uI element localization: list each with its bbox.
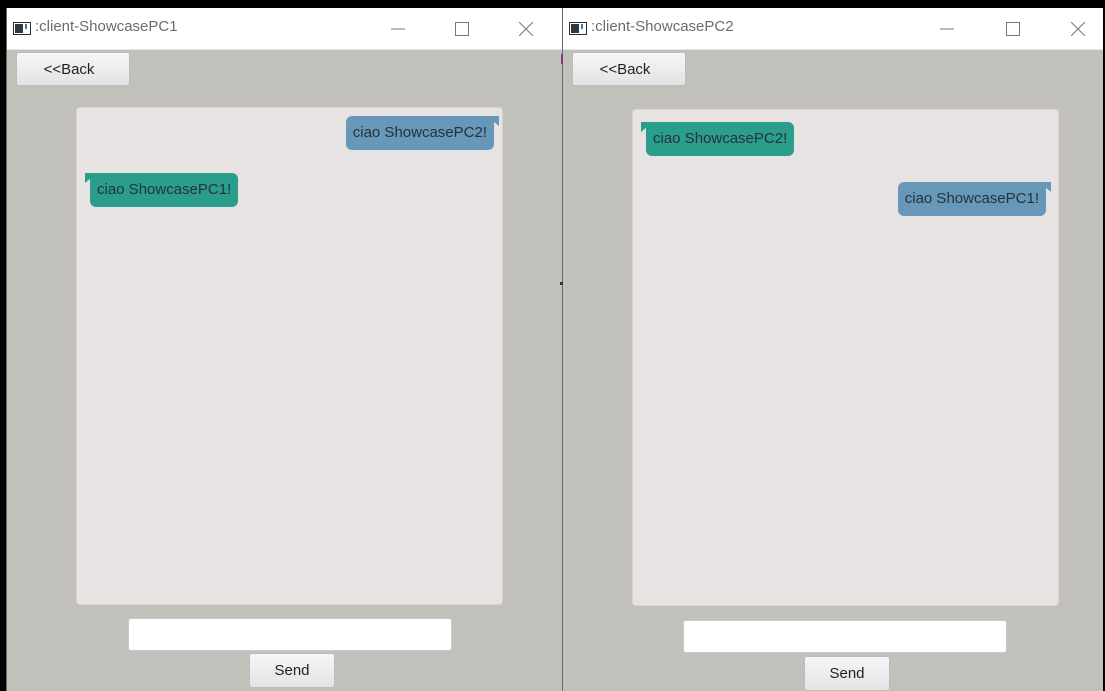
- background-artifact: [560, 282, 563, 285]
- message-sent: ciao ShowcasePC2!: [345, 116, 499, 150]
- java-window-icon: [13, 22, 31, 35]
- message-input[interactable]: [128, 618, 452, 651]
- message-text: ciao ShowcasePC2!: [653, 130, 788, 147]
- chat-window-showcasepc2: :client-ShowcasePC2 <<Back ciao Showcase…: [562, 8, 1103, 691]
- message-input[interactable]: [683, 620, 1007, 653]
- message-sent: ciao ShowcasePC1!: [897, 182, 1051, 216]
- chat-history[interactable]: ciao ShowcasePC2! ciao ShowcasePC1!: [77, 108, 502, 604]
- desktop: :client-ShowcasePC1 <<Back ciao Showcase…: [0, 0, 1105, 691]
- maximize-icon[interactable]: [439, 8, 485, 49]
- minimize-icon[interactable]: [375, 8, 421, 49]
- message-text: ciao ShowcasePC1!: [97, 181, 232, 198]
- message-received: ciao ShowcasePC1!: [85, 173, 239, 207]
- send-button[interactable]: Send: [804, 656, 890, 691]
- java-window-icon: [569, 22, 587, 35]
- background-artifact: [561, 54, 563, 64]
- chat-window-showcasepc1: :client-ShowcasePC1 <<Back ciao Showcase…: [6, 8, 562, 691]
- close-icon[interactable]: [503, 8, 549, 49]
- message-received: ciao ShowcasePC2!: [641, 122, 795, 156]
- window-title: :client-ShowcasePC2: [591, 18, 734, 35]
- chat-history[interactable]: ciao ShowcasePC2! ciao ShowcasePC1!: [633, 110, 1058, 605]
- message-text: ciao ShowcasePC1!: [904, 190, 1039, 207]
- window-title: :client-ShowcasePC1: [35, 18, 178, 35]
- send-button[interactable]: Send: [249, 653, 335, 688]
- back-button[interactable]: <<Back: [572, 52, 686, 86]
- close-icon[interactable]: [1055, 8, 1101, 49]
- back-button[interactable]: <<Back: [16, 52, 130, 86]
- message-text: ciao ShowcasePC2!: [352, 124, 487, 141]
- minimize-icon[interactable]: [924, 8, 970, 49]
- maximize-icon[interactable]: [990, 8, 1036, 49]
- title-bar[interactable]: :client-ShowcasePC1: [7, 8, 562, 50]
- title-bar[interactable]: :client-ShowcasePC2: [563, 8, 1103, 50]
